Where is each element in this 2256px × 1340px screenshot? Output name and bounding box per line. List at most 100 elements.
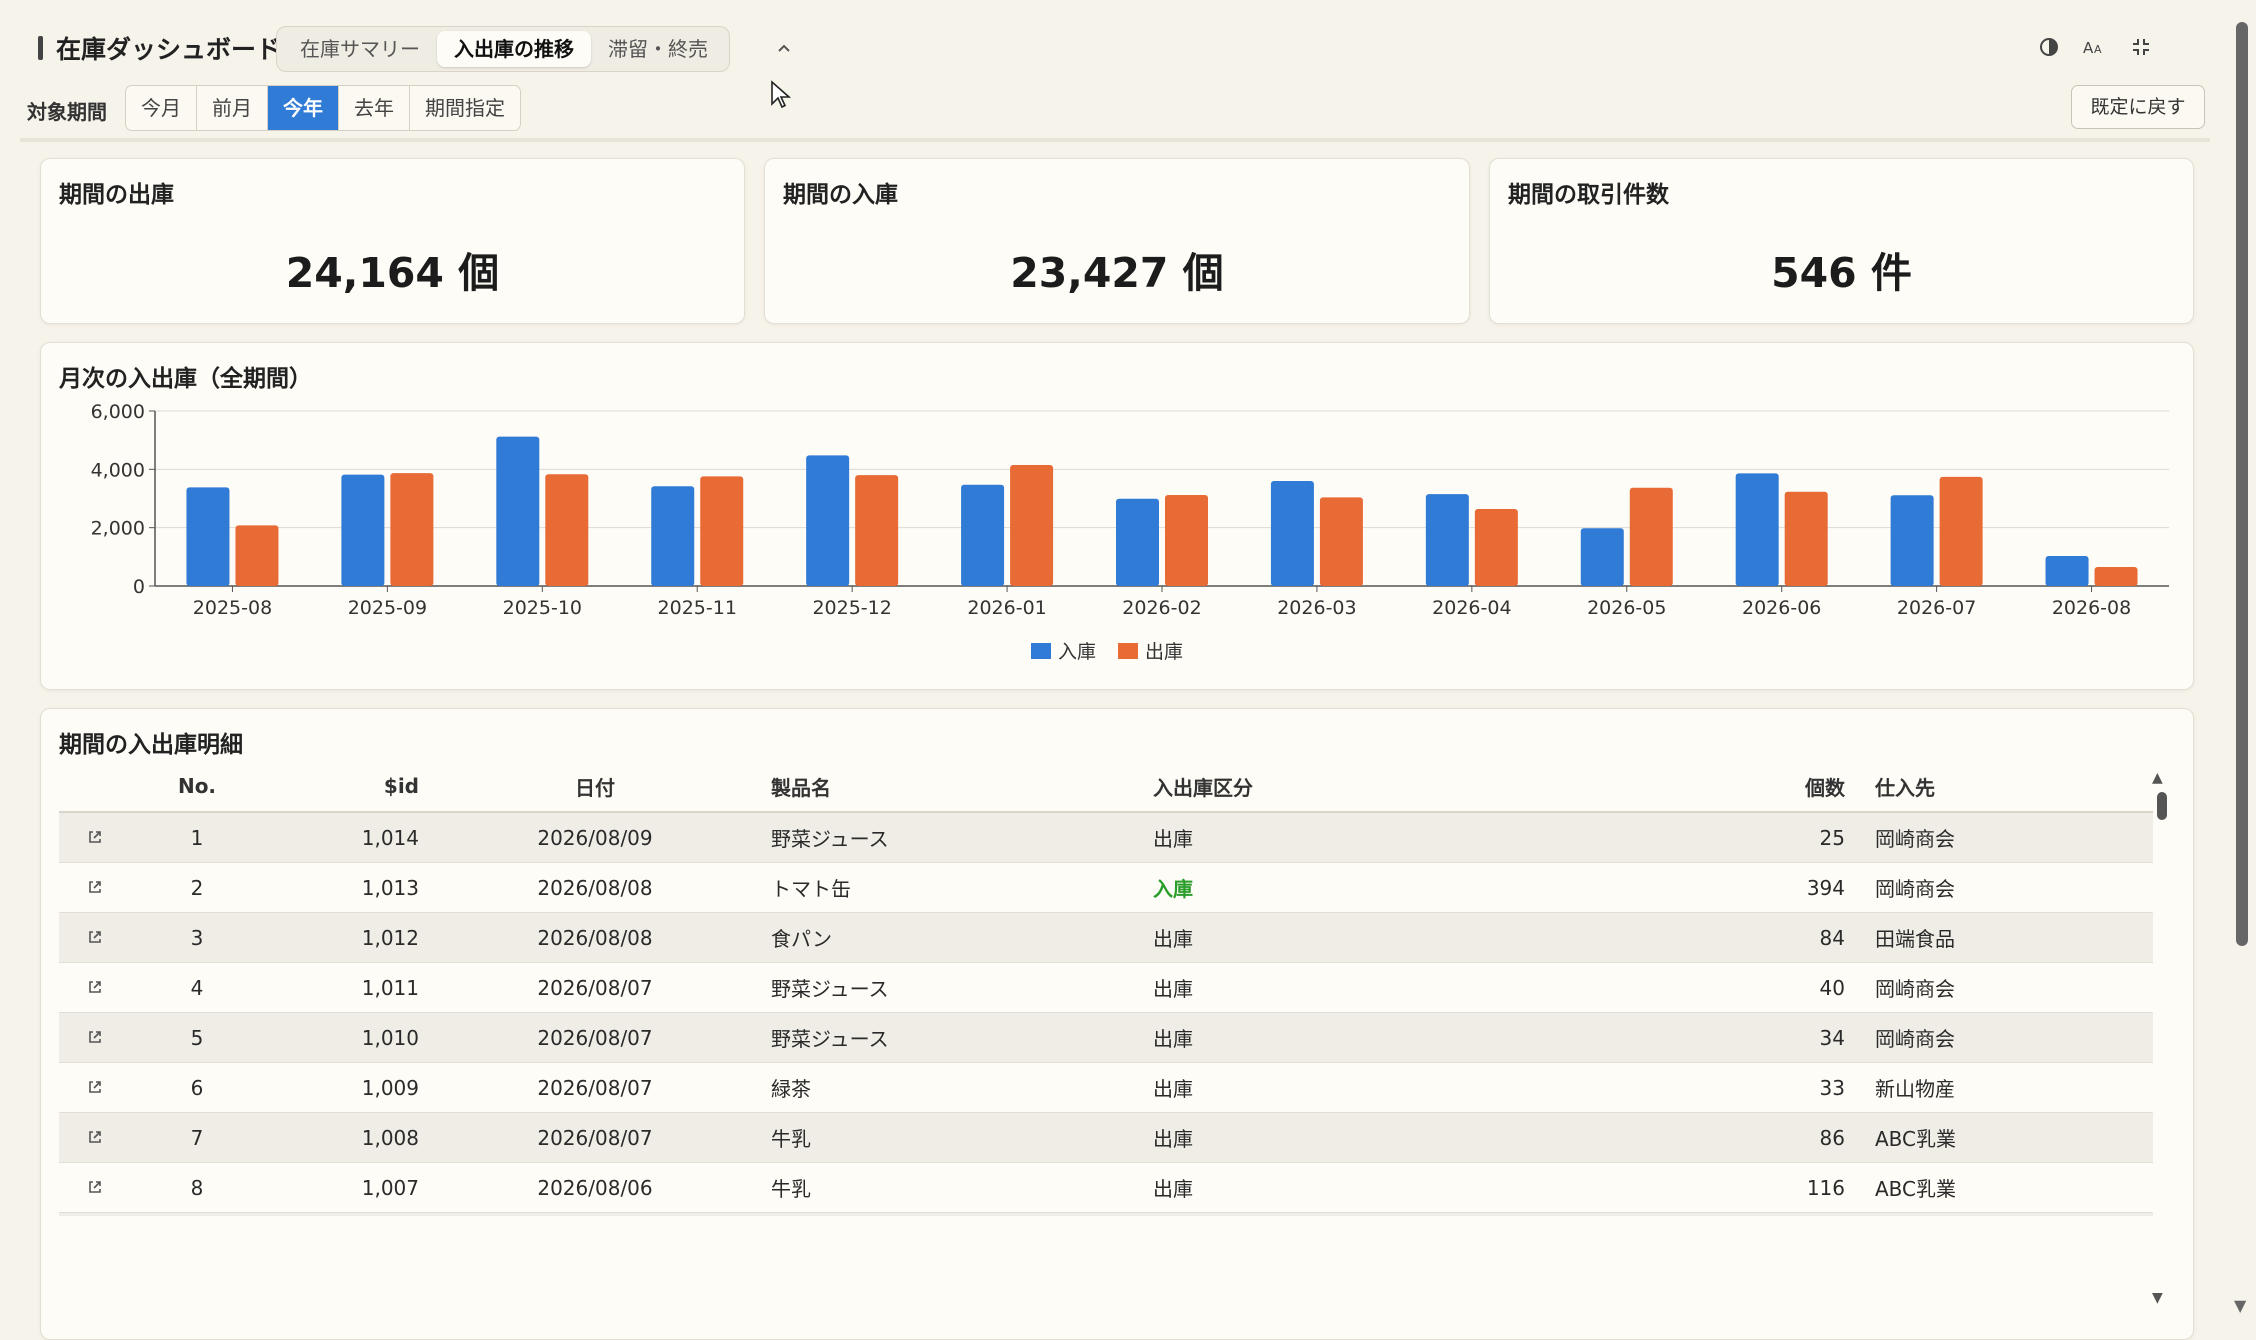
- cell-type: 出庫: [1147, 962, 1559, 1013]
- bar-outbound: [390, 473, 434, 586]
- tab-stagnant-discontinued[interactable]: 滞留・終売: [591, 31, 725, 67]
- table-title: 期間の入出庫明細: [59, 732, 243, 758]
- cell-type: 出庫: [1147, 812, 1559, 863]
- cell-product: 牛乳: [751, 1112, 1147, 1163]
- cell-supplier: 新山物産: [1869, 1062, 2153, 1113]
- col-header-date[interactable]: 日付: [439, 761, 751, 813]
- table-row[interactable]: 2 1,013 2026/08/08 トマト缶 入庫 394 岡崎商会: [59, 862, 2153, 913]
- cell-type: 出庫: [1147, 1162, 1559, 1213]
- bar-outbound: [700, 476, 744, 586]
- x-tick-label: 2026-06: [1742, 597, 1821, 619]
- bar-outbound: [1165, 495, 1208, 586]
- cell-no: 7: [131, 1112, 263, 1163]
- open-link-icon[interactable]: [59, 912, 131, 963]
- cell-qty: 33: [1559, 1062, 1869, 1113]
- cell-date: 2026/08/07: [439, 1112, 751, 1163]
- cell-no: 9: [131, 1212, 263, 1216]
- tab-inout-trend[interactable]: 入出庫の推移: [437, 31, 591, 67]
- detail-table-scroll[interactable]: No. $id 日付 製品名 入出庫区分 個数 仕入先 1 1,014 2026/0…: [59, 761, 2153, 1216]
- cell-date: 2026/08/07: [439, 1062, 751, 1113]
- x-tick-label: 2025-08: [193, 597, 272, 619]
- x-tick-label: 2026-02: [1122, 597, 1201, 619]
- reset-default-button[interactable]: 既定に戻す: [2071, 85, 2205, 129]
- cell-id: 1,008: [263, 1112, 439, 1163]
- page-scrollbar-thumb[interactable]: [2236, 22, 2248, 946]
- cell-date: 2026/08/08: [439, 862, 751, 913]
- col-header-no[interactable]: No.: [131, 761, 263, 813]
- table-row[interactable]: 8 1,007 2026/08/06 牛乳 出庫 116 ABC乳業: [59, 1162, 2153, 1213]
- x-tick-label: 2025-10: [503, 597, 582, 619]
- detail-table-card: 期間の入出庫明細 No. $id 日付 製品名 入出庫区分 個数 仕入先 1 1,…: [40, 708, 2194, 1340]
- header-divider: [20, 138, 2210, 142]
- contrast-icon[interactable]: [2036, 36, 2062, 62]
- kpi-value: 24,164 個: [285, 249, 500, 297]
- x-tick-label: 2025-11: [658, 597, 737, 619]
- table-row[interactable]: 5 1,010 2026/08/07 野菜ジュース 出庫 34 岡崎商会: [59, 1012, 2153, 1063]
- cell-qty: 86: [1559, 1112, 1869, 1163]
- open-link-icon[interactable]: [59, 1212, 131, 1216]
- bar-outbound: [855, 475, 899, 586]
- view-tabs: 在庫サマリー 入出庫の推移 滞留・終売: [276, 26, 730, 72]
- bar-inbound: [1890, 495, 1934, 586]
- col-header-product[interactable]: 製品名: [751, 761, 1147, 813]
- tab-inventory-summary[interactable]: 在庫サマリー: [283, 31, 437, 67]
- y-tick-label: 2,000: [91, 518, 145, 540]
- col-header-qty[interactable]: 個数: [1559, 761, 1869, 813]
- collapse-view-icon[interactable]: [2128, 36, 2154, 62]
- cell-supplier: 岡崎商会: [1869, 812, 2153, 863]
- kpi-card-transactions: 期間の取引件数 546 件: [1489, 158, 2194, 324]
- table-scroll-down-icon[interactable]: ▼: [2152, 1290, 2163, 1306]
- page-scroll-down-icon[interactable]: ▼: [2234, 1296, 2246, 1315]
- cell-no: 8: [131, 1162, 263, 1213]
- cell-supplier: 岡崎商会: [1869, 862, 2153, 913]
- cell-product: 食パン: [751, 912, 1147, 963]
- period-this-year[interactable]: 今年: [268, 86, 339, 130]
- font-size-icon[interactable]: AA: [2082, 36, 2108, 62]
- cell-type: 出庫: [1147, 1112, 1559, 1163]
- y-tick-label: 6,000: [91, 401, 145, 423]
- open-link-icon[interactable]: [59, 1162, 131, 1213]
- period-last-year[interactable]: 去年: [339, 86, 410, 130]
- open-link-icon[interactable]: [59, 962, 131, 1013]
- period-this-month[interactable]: 今月: [126, 86, 197, 130]
- svg-text:A: A: [2083, 39, 2094, 57]
- period-last-month[interactable]: 前月: [197, 86, 268, 130]
- monthly-inout-bar-chart: 6,000 4,000 2,000 0 2025-08 2025-09 2025-10 202…: [91, 401, 2169, 663]
- cell-qty: 116: [1559, 1162, 1869, 1213]
- open-link-icon[interactable]: [59, 1112, 131, 1163]
- bar-inbound: [1425, 494, 1469, 586]
- cell-no: 5: [131, 1012, 263, 1063]
- table-row[interactable]: 6 1,009 2026/08/07 緑茶 出庫 33 新山物産: [59, 1062, 2153, 1113]
- col-header-id[interactable]: $id: [263, 761, 439, 813]
- cell-type: 入庫: [1147, 862, 1559, 913]
- bar-inbound: [1116, 498, 1159, 586]
- bar-outbound: [1010, 464, 1054, 586]
- kpi-card-outbound: 期間の出庫 24,164 個: [40, 158, 745, 324]
- open-link-icon[interactable]: [59, 862, 131, 913]
- cell-date: 2026/08/09: [439, 812, 751, 863]
- open-link-icon[interactable]: [59, 812, 131, 863]
- cell-no: 4: [131, 962, 263, 1013]
- dashboard-header: 在庫ダッシュボード 在庫サマリー 入出庫の推移 滞留・終売 AA 対象期間 今月…: [0, 0, 2210, 142]
- col-header-supplier[interactable]: 仕入先: [1869, 761, 2153, 813]
- table-row[interactable]: 7 1,008 2026/08/07 牛乳 出庫 86 ABC乳業: [59, 1112, 2153, 1163]
- table-row[interactable]: 3 1,012 2026/08/08 食パン 出庫 84 田端食品: [59, 912, 2153, 963]
- cell-qty: 86: [1559, 1212, 1869, 1216]
- cell-supplier: ABC乳業: [1869, 1162, 2153, 1213]
- x-tick-label: 2026-03: [1277, 597, 1356, 619]
- table-header-row: No. $id 日付 製品名 入出庫区分 個数 仕入先: [59, 761, 2153, 813]
- col-header-type[interactable]: 入出庫区分: [1147, 761, 1559, 813]
- bar-outbound: [1939, 476, 1983, 586]
- table-scroll-up-icon[interactable]: ▲: [2152, 770, 2163, 786]
- chevron-up-icon[interactable]: [774, 36, 794, 60]
- cell-date: 2026/08/04: [439, 1212, 751, 1216]
- table-scrollbar-thumb[interactable]: [2157, 792, 2167, 820]
- table-row[interactable]: 1 1,014 2026/08/09 野菜ジュース 出庫 25 岡崎商会: [59, 812, 2153, 863]
- cell-no: 1: [131, 812, 263, 863]
- open-link-icon[interactable]: [59, 1062, 131, 1113]
- cell-date: 2026/08/06: [439, 1162, 751, 1213]
- table-row[interactable]: 4 1,011 2026/08/07 野菜ジュース 出庫 40 岡崎商会: [59, 962, 2153, 1013]
- period-custom[interactable]: 期間指定: [410, 86, 520, 130]
- open-link-icon[interactable]: [59, 1012, 131, 1063]
- table-row[interactable]: 91,0062026/08/04牛乳出庫86ABC乳業: [59, 1212, 2153, 1216]
